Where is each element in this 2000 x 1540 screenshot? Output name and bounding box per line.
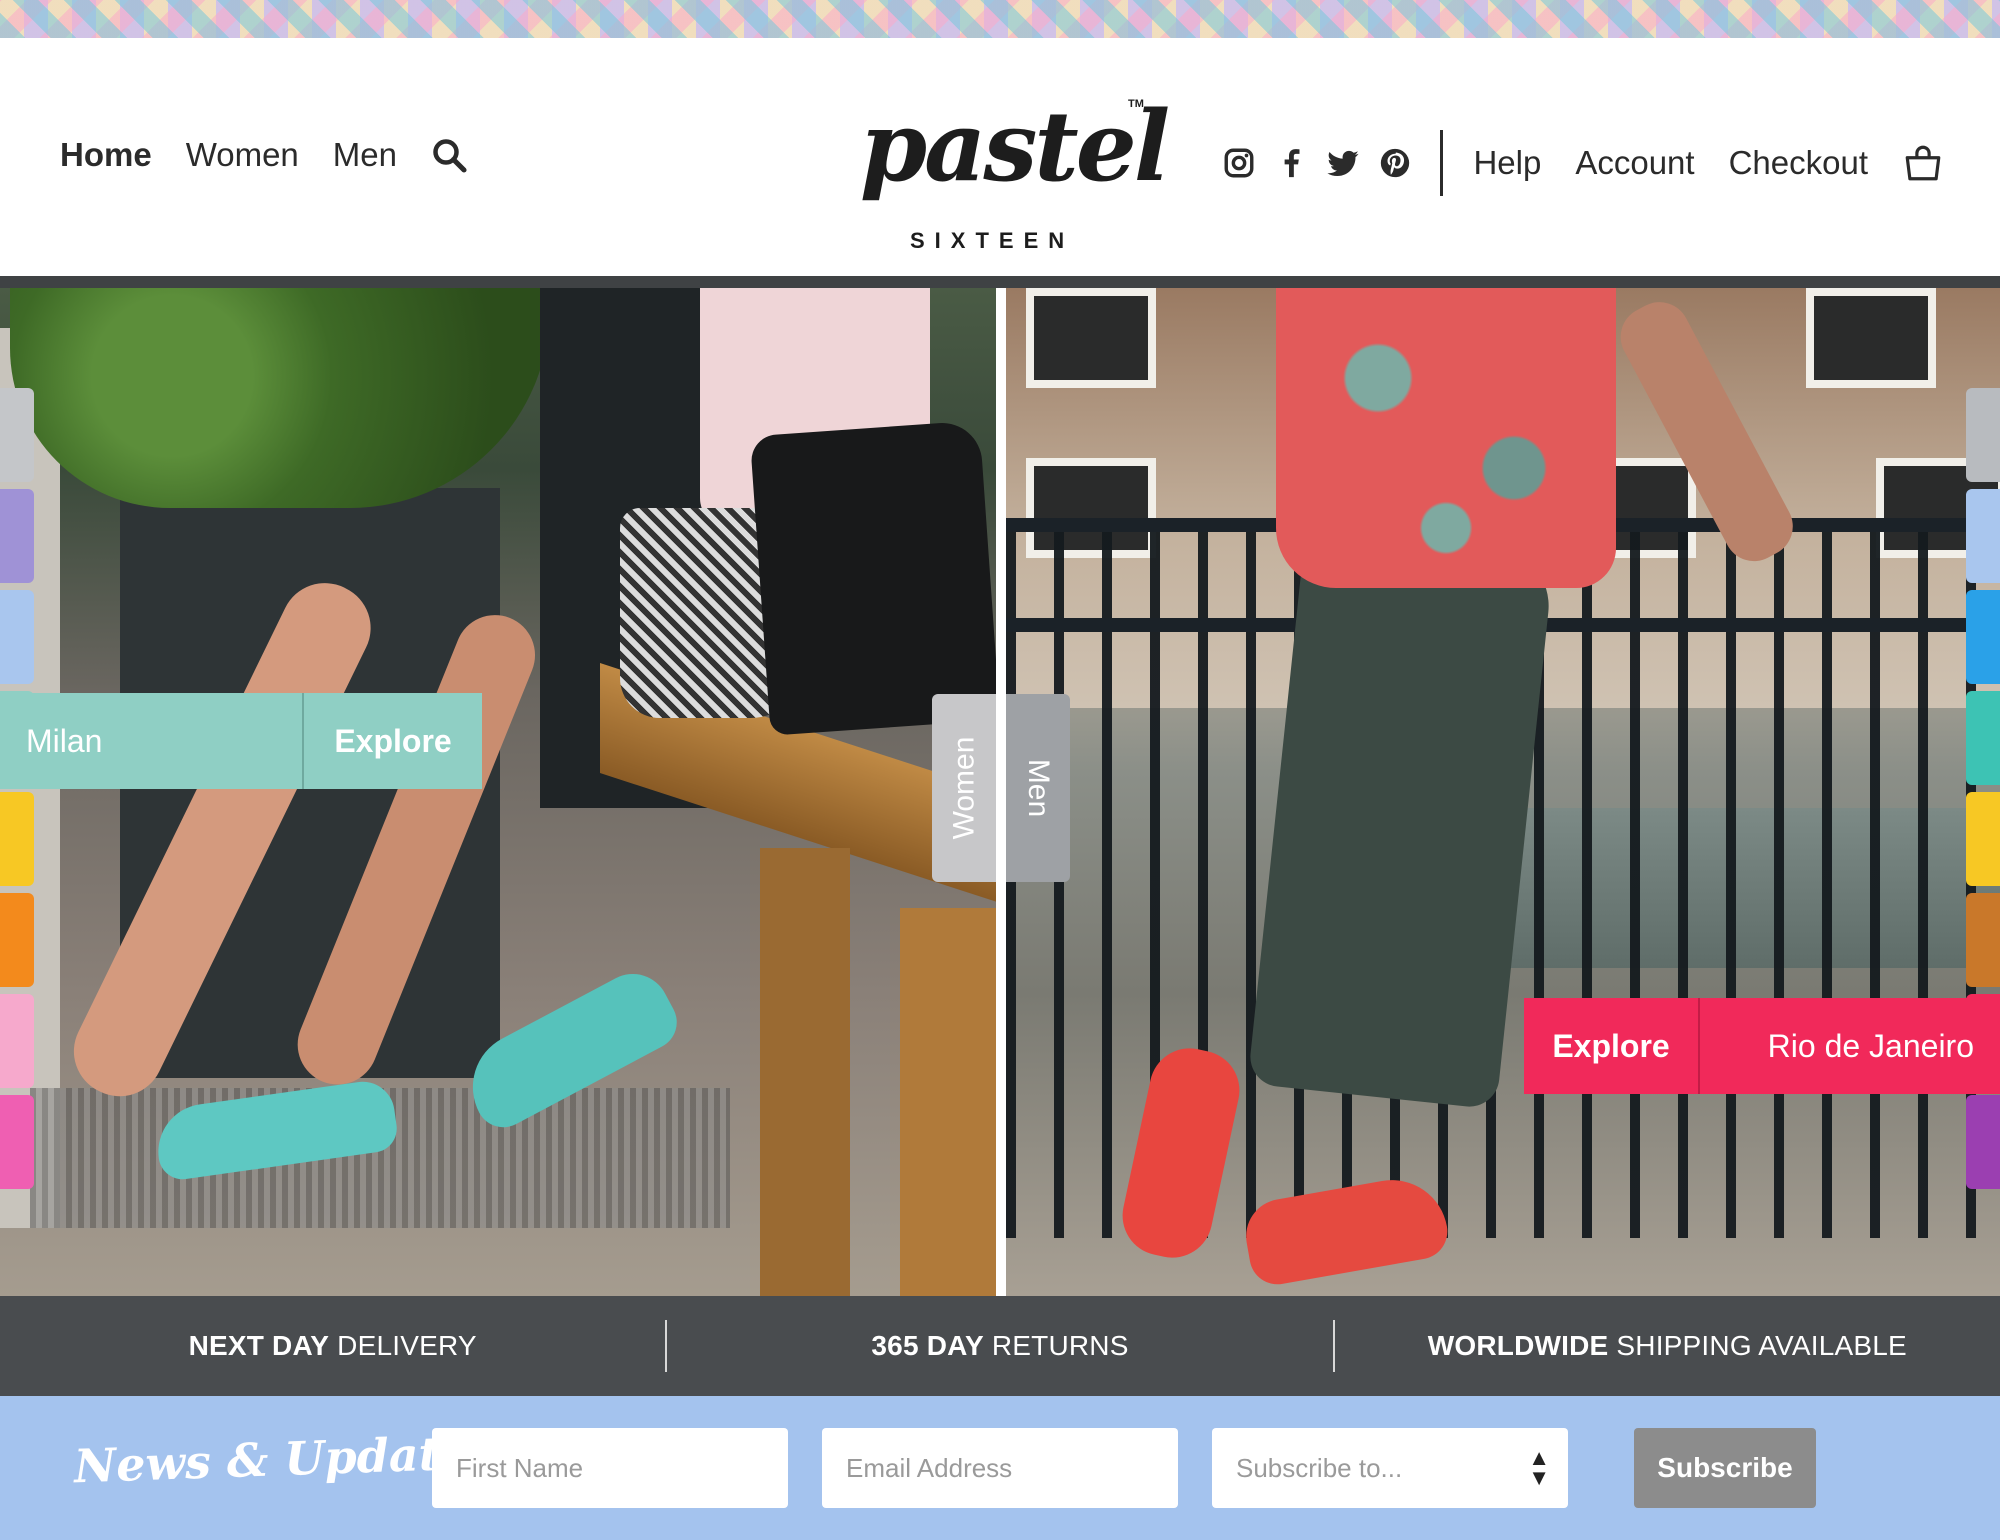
- shopping-bag-icon[interactable]: [1902, 142, 1944, 184]
- account-links: Help Account Checkout: [1443, 142, 1944, 184]
- milan-collection-bar: Milan Explore: [0, 693, 482, 789]
- image-floral-shirt: [1276, 288, 1616, 588]
- explore-button-rio[interactable]: Explore: [1524, 998, 1700, 1094]
- toggle-men-label: Men: [1021, 758, 1055, 818]
- logo-subtitle: SIXTEEN: [910, 228, 1075, 253]
- color-tab-left[interactable]: [0, 792, 34, 886]
- hero-men-image[interactable]: [1006, 288, 2000, 1296]
- social-links: [1222, 130, 1444, 196]
- image-shrub: [10, 288, 550, 508]
- benefit-next-day-delivery: NEXT DAY DELIVERY: [0, 1330, 665, 1362]
- newsletter-signup: News & Updates First Name Email Address …: [0, 1396, 2000, 1540]
- decorative-pattern-strip: [0, 0, 2000, 38]
- toggle-women[interactable]: Women: [932, 694, 996, 882]
- image-bench-leg: [760, 848, 850, 1296]
- logo-trademark: TM: [1128, 98, 1144, 110]
- color-tab-right[interactable]: [1966, 792, 2000, 886]
- subscribe-button[interactable]: Subscribe: [1634, 1428, 1816, 1508]
- nav-men[interactable]: Men: [333, 136, 397, 174]
- nav-account[interactable]: Account: [1575, 144, 1694, 182]
- rio-collection-bar: Explore Rio de Janeiro: [1524, 998, 2000, 1094]
- benefit-text: SHIPPING AVAILABLE: [1608, 1330, 1907, 1361]
- hero-women-image[interactable]: [0, 288, 996, 1296]
- secondary-nav: Help Account Checkout: [1222, 130, 1944, 196]
- color-tab-right[interactable]: [1966, 691, 2000, 785]
- benefit-bold: WORLDWIDE: [1427, 1330, 1609, 1361]
- image-window: [1026, 288, 1156, 388]
- benefit-text: RETURNS: [983, 1330, 1129, 1361]
- subscribe-to-select[interactable]: Subscribe to... ▲ ▼: [1212, 1428, 1568, 1508]
- twitter-icon[interactable]: [1326, 146, 1360, 180]
- city-label-rio: Rio de Janeiro: [1767, 1027, 1974, 1064]
- city-label-milan: Milan: [0, 693, 304, 789]
- color-tab-left[interactable]: [0, 489, 34, 583]
- hero-split-banner: Milan Explore Explore Rio de Janeiro Wom…: [0, 288, 2000, 1296]
- benefit-worldwide-shipping: WORLDWIDE SHIPPING AVAILABLE: [1335, 1330, 2000, 1362]
- nav-help[interactable]: Help: [1473, 144, 1541, 182]
- toggle-women-label: Women: [947, 736, 981, 840]
- first-name-field[interactable]: First Name: [432, 1428, 788, 1508]
- benefit-bold: 365 DAY: [871, 1330, 984, 1361]
- facebook-icon[interactable]: [1274, 146, 1308, 180]
- search-icon[interactable]: [431, 137, 467, 173]
- pinterest-icon[interactable]: [1378, 146, 1412, 180]
- hero-center-divider: [996, 288, 1006, 1296]
- email-field[interactable]: Email Address: [822, 1428, 1178, 1508]
- color-tab-left[interactable]: [0, 388, 34, 482]
- color-tab-right[interactable]: [1966, 893, 2000, 987]
- color-tab-left[interactable]: [0, 1095, 34, 1189]
- color-tab-right[interactable]: [1966, 1095, 2000, 1189]
- logo-script: pastel: [860, 90, 1170, 203]
- color-tab-left[interactable]: [0, 994, 34, 1088]
- nav-checkout[interactable]: Checkout: [1729, 144, 1868, 182]
- hero-top-divider: [0, 276, 2000, 288]
- image-window: [1806, 288, 1936, 388]
- image-black-tote: [749, 420, 996, 736]
- color-tab-right[interactable]: [1966, 388, 2000, 482]
- benefit-returns: 365 DAY RETURNS: [667, 1330, 1332, 1362]
- image-bench-leg: [900, 908, 996, 1296]
- site-header: Home Women Men pastel TM SIXTEEN Help Ac…: [0, 38, 2000, 276]
- benefit-bold: NEXT DAY: [188, 1330, 330, 1361]
- benefits-bar: NEXT DAY DELIVERY 365 DAY RETURNS WORLDW…: [0, 1296, 2000, 1396]
- subscribe-select-value: Subscribe to...: [1236, 1452, 1403, 1483]
- instagram-icon[interactable]: [1222, 146, 1256, 180]
- nav-home[interactable]: Home: [60, 136, 152, 174]
- brand-logo[interactable]: pastel TM SIXTEEN: [860, 90, 1170, 260]
- color-tab-left[interactable]: [0, 590, 34, 684]
- color-tab-left[interactable]: [0, 893, 34, 987]
- color-tab-right[interactable]: [1966, 489, 2000, 583]
- color-tab-right[interactable]: [1966, 590, 2000, 684]
- nav-women[interactable]: Women: [186, 136, 299, 174]
- explore-button-milan[interactable]: Explore: [304, 693, 482, 789]
- benefit-text: DELIVERY: [329, 1330, 477, 1361]
- select-arrows-icon: ▲ ▼: [1528, 1445, 1550, 1490]
- toggle-men[interactable]: Men: [1006, 694, 1070, 882]
- primary-nav: Home Women Men: [60, 136, 467, 174]
